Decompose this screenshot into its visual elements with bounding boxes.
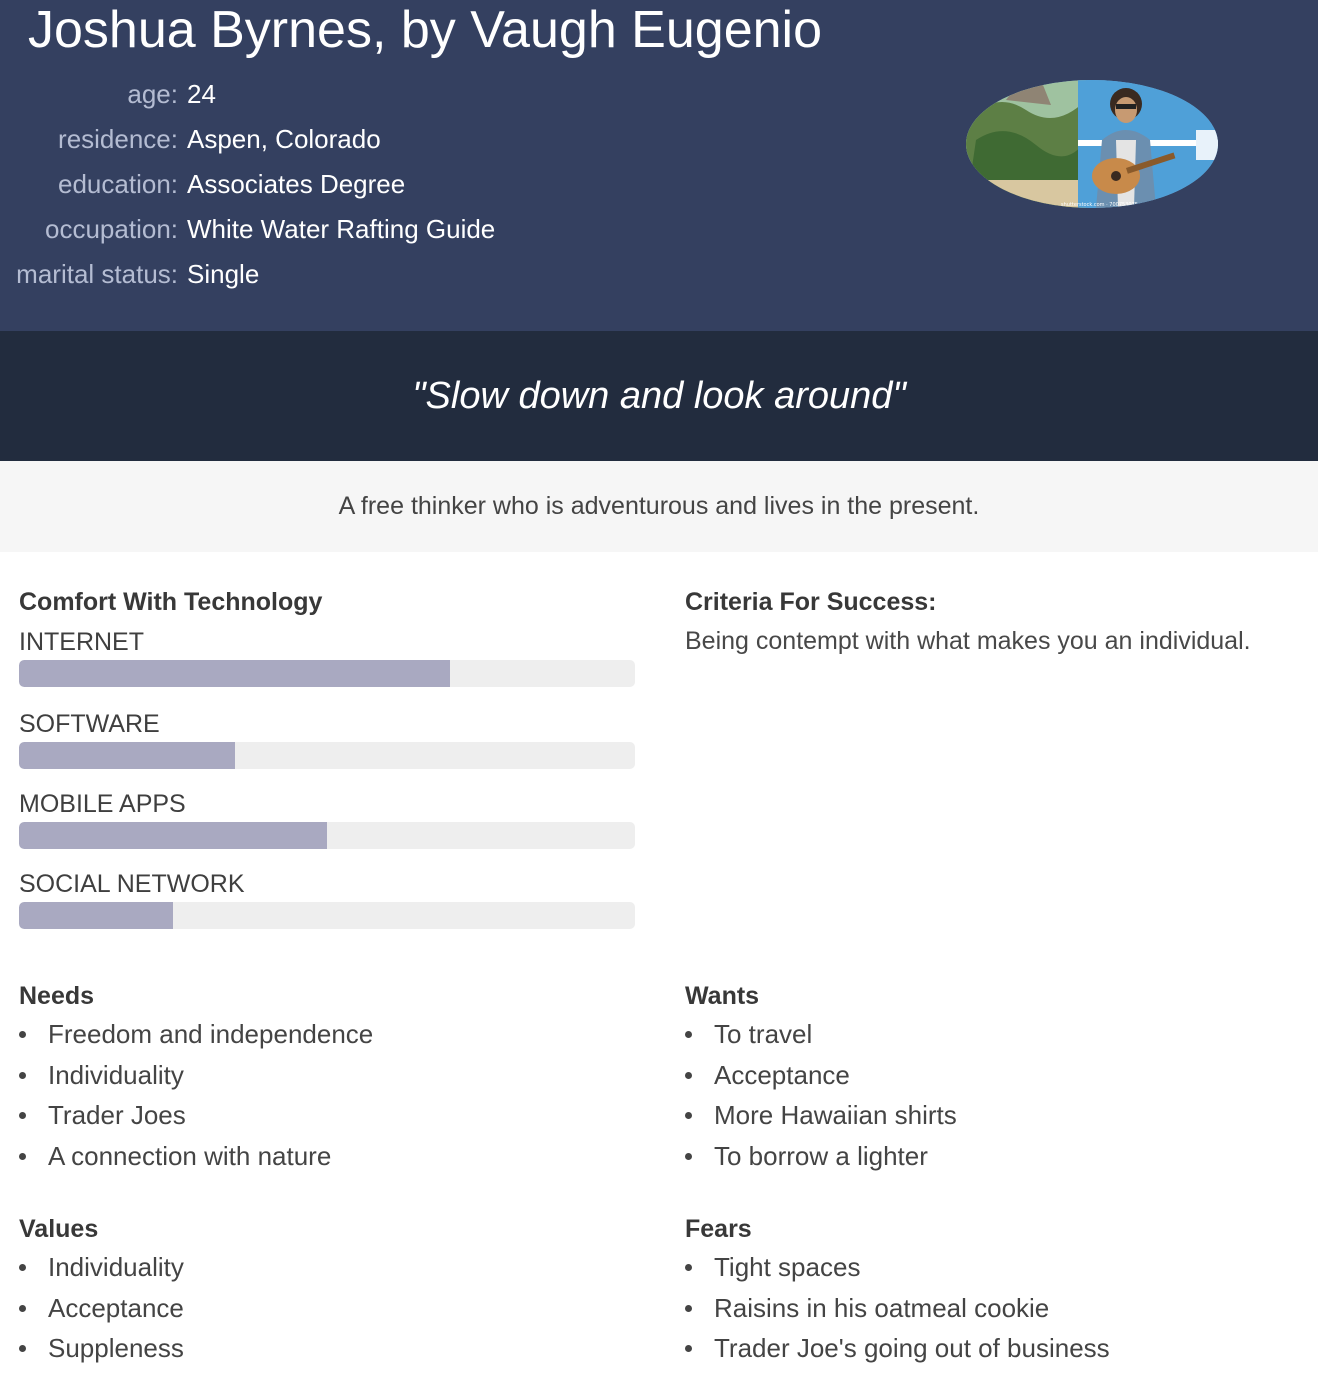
persona-photo-illustration: shutterstock.com · 700753075 <box>966 80 1218 208</box>
list-item: Acceptance <box>685 1055 1301 1096</box>
fact-marital-status: marital status: Single <box>0 252 495 297</box>
fact-residence: residence: Aspen, Colorado <box>0 117 495 162</box>
persona-photo: shutterstock.com · 700753075 <box>966 80 1218 208</box>
list-item: Trader Joes <box>19 1095 635 1136</box>
list-item: A connection with nature <box>19 1136 635 1177</box>
list-item: More Hawaiian shirts <box>685 1095 1301 1136</box>
persona-quote: "Slow down and look around" <box>412 374 906 417</box>
success-section: Criteria For Success: Being contempt wit… <box>685 588 1301 656</box>
tech-section: Comfort With Technology INTERNET SOFTWAR… <box>19 588 635 929</box>
list-item: Raisins in his oatmeal cookie <box>685 1288 1301 1329</box>
fact-value: Associates Degree <box>187 169 406 199</box>
wants-heading: Wants <box>685 982 760 1010</box>
list-item: To travel <box>685 1014 1301 1055</box>
fact-value: White Water Rafting Guide <box>187 214 496 244</box>
fact-value: Aspen, Colorado <box>187 124 381 154</box>
summary-band: A free thinker who is adventurous and li… <box>0 461 1318 552</box>
fact-label: marital status: <box>16 259 178 289</box>
fact-label: occupation: <box>45 214 178 244</box>
tech-item-mobile-apps: MOBILE APPS <box>19 789 635 849</box>
needs-list: Freedom and independence Individuality T… <box>19 1014 635 1176</box>
fact-education: education: Associates Degree <box>0 162 495 207</box>
list-item: To borrow a lighter <box>685 1136 1301 1177</box>
fact-occupation: occupation: White Water Rafting Guide <box>0 207 495 252</box>
list-item: Individuality <box>19 1247 635 1288</box>
tech-label: MOBILE APPS <box>19 790 186 818</box>
list-item: Tight spaces <box>685 1247 1301 1288</box>
fears-heading: Fears <box>685 1215 752 1243</box>
persona-summary: A free thinker who is adventurous and li… <box>338 492 980 520</box>
tech-bar <box>19 742 635 769</box>
success-heading: Criteria For Success: <box>685 588 937 616</box>
fact-value: Single <box>187 259 260 289</box>
photo-caption: shutterstock.com · 700753075 <box>1061 202 1138 208</box>
needs-heading: Needs <box>19 982 95 1010</box>
fact-label: residence: <box>58 124 178 154</box>
persona-header: Joshua Byrnes, by Vaugh Eugenio age: 24 … <box>0 0 1318 331</box>
persona-title: Joshua Byrnes, by Vaugh Eugenio <box>28 1 823 59</box>
quote-band: "Slow down and look around" <box>0 331 1318 461</box>
wants-list: To travel Acceptance More Hawaiian shirt… <box>685 1014 1301 1176</box>
fears-list: Tight spaces Raisins in his oatmeal cook… <box>685 1247 1301 1369</box>
tech-bar-fill <box>19 660 451 687</box>
tech-bar <box>19 660 635 687</box>
tech-label: INTERNET <box>19 628 144 656</box>
list-item: Individuality <box>19 1055 635 1096</box>
list-item: Freedom and independence <box>19 1014 635 1055</box>
tech-item-social-network: SOCIAL NETWORK <box>19 869 635 929</box>
tech-item-software: SOFTWARE <box>19 709 635 769</box>
wants-section: Wants To travel Acceptance More Hawaiian… <box>685 982 1301 1176</box>
success-text: Being contempt with what makes you an in… <box>685 627 1251 655</box>
values-heading: Values <box>19 1215 99 1243</box>
list-item: Suppleness <box>19 1328 635 1369</box>
fears-section: Fears Tight spaces Raisins in his oatmea… <box>685 1215 1301 1369</box>
tech-bar-fill <box>19 902 173 929</box>
tech-bar <box>19 902 635 929</box>
values-list: Individuality Acceptance Suppleness <box>19 1247 635 1369</box>
fact-label: age: <box>127 79 178 109</box>
list-item: Acceptance <box>19 1288 635 1329</box>
fact-age: age: 24 <box>0 72 495 117</box>
tech-bar-fill <box>19 822 327 849</box>
tech-item-internet: INTERNET <box>19 627 635 687</box>
tech-label: SOCIAL NETWORK <box>19 870 245 898</box>
list-item: Trader Joe's going out of business <box>685 1328 1301 1369</box>
needs-section: Needs Freedom and independence Individua… <box>19 982 635 1176</box>
persona-content: Comfort With Technology INTERNET SOFTWAR… <box>0 552 1318 1393</box>
fact-label: education: <box>58 169 178 199</box>
tech-bar <box>19 822 635 849</box>
persona-facts: age: 24 residence: Aspen, Colorado educa… <box>0 72 495 297</box>
tech-label: SOFTWARE <box>19 710 160 738</box>
fact-value: 24 <box>187 79 216 109</box>
tech-bar-fill <box>19 742 235 769</box>
tech-heading: Comfort With Technology <box>19 588 323 616</box>
values-section: Values Individuality Acceptance Supplene… <box>19 1215 635 1369</box>
